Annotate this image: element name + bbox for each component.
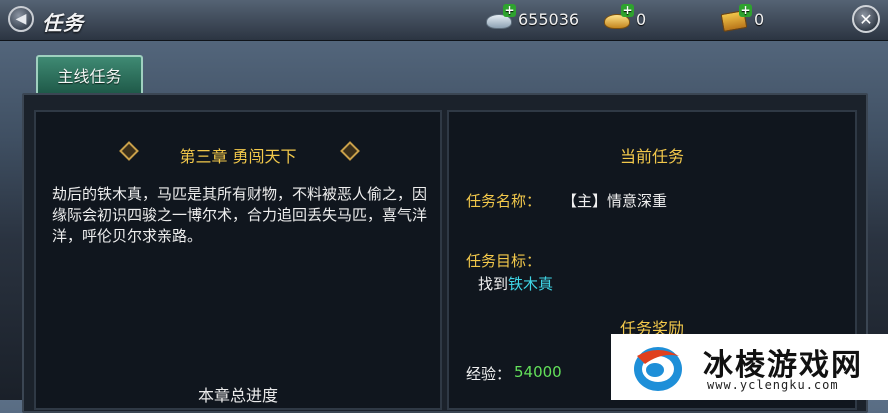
quest-goal-target[interactable]: 铁木真	[508, 275, 553, 293]
close-icon: ✕	[859, 9, 873, 29]
page-title: 任务	[42, 11, 84, 35]
tab-main-quest[interactable]: 主线任务	[36, 55, 143, 93]
chevron-left-icon: ◀	[15, 11, 27, 27]
watermark-logo-icon	[634, 347, 682, 391]
top-bar: ◀ 任务 + 655036 + 0 + 0 ✕	[0, 0, 888, 41]
gold-currency[interactable]: + 0	[604, 4, 647, 30]
watermark: 冰棱游戏网 www.yclengku.com	[611, 334, 888, 400]
close-button[interactable]: ✕	[852, 5, 880, 33]
back-button[interactable]: ◀	[8, 6, 34, 32]
quest-goal-prefix: 找到	[478, 275, 509, 293]
ticket-currency[interactable]: + 0	[720, 4, 765, 32]
quest-name-value: 【主】情意深重	[562, 192, 668, 210]
silver-currency[interactable]: + 655036	[486, 4, 580, 30]
ticket-icon: +	[720, 4, 752, 32]
ticket-amount: 0	[754, 9, 765, 29]
current-quest-title: 当前任务	[619, 147, 684, 166]
chapter-story: 劫后的铁木真，马匹是其所有财物，不料被恶人偷之，因缘际会初识四骏之一博尔术，合力…	[52, 185, 428, 245]
quest-goal: 找到铁木真	[478, 273, 553, 294]
quest-name-label: 任务名称：	[466, 192, 542, 210]
silver-amount: 655036	[518, 9, 580, 29]
exp-value: 54000	[514, 363, 562, 381]
chapter-title: 第三章 勇闯天下	[179, 147, 297, 166]
chapter-progress-label: 本章总进度	[197, 386, 278, 405]
gold-amount: 0	[636, 9, 647, 29]
exp-label: 经验：	[466, 365, 512, 383]
gold-ingot-icon: +	[604, 4, 634, 30]
silver-ingot-icon: +	[486, 4, 516, 30]
quest-goal-label: 任务目标：	[466, 252, 542, 270]
watermark-url: www.yclengku.com	[707, 378, 839, 392]
